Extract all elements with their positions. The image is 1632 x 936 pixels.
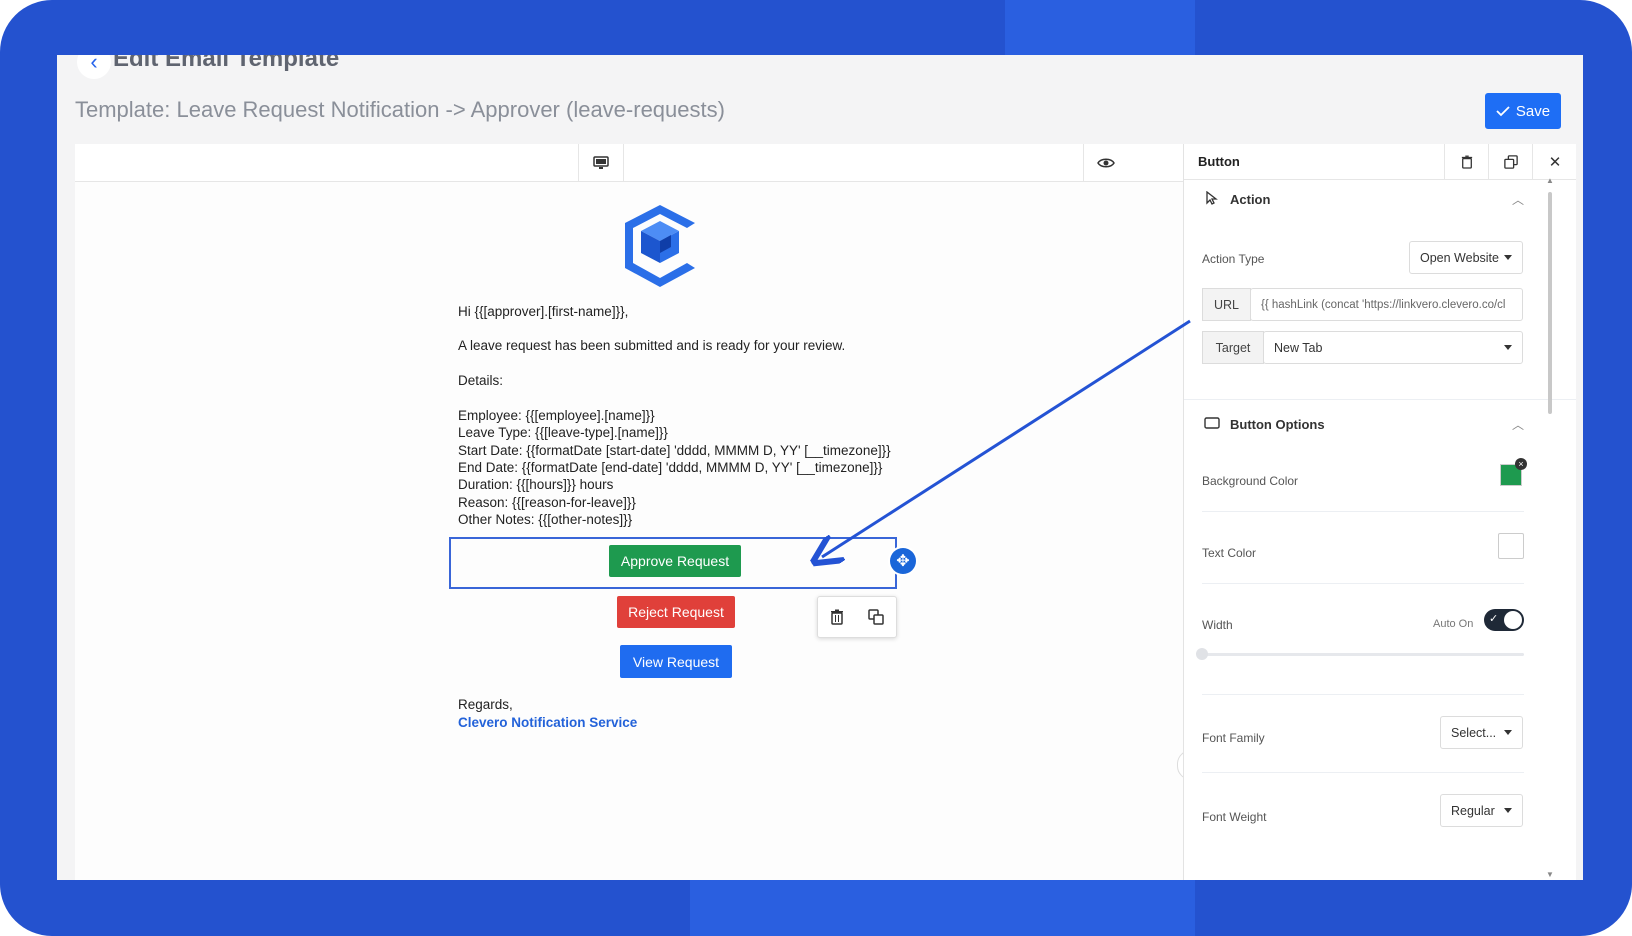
annotation-arrow (0, 319, 1191, 936)
presentation-frame: ‹ Edit Email Template Template: Leave Re… (0, 0, 1632, 936)
